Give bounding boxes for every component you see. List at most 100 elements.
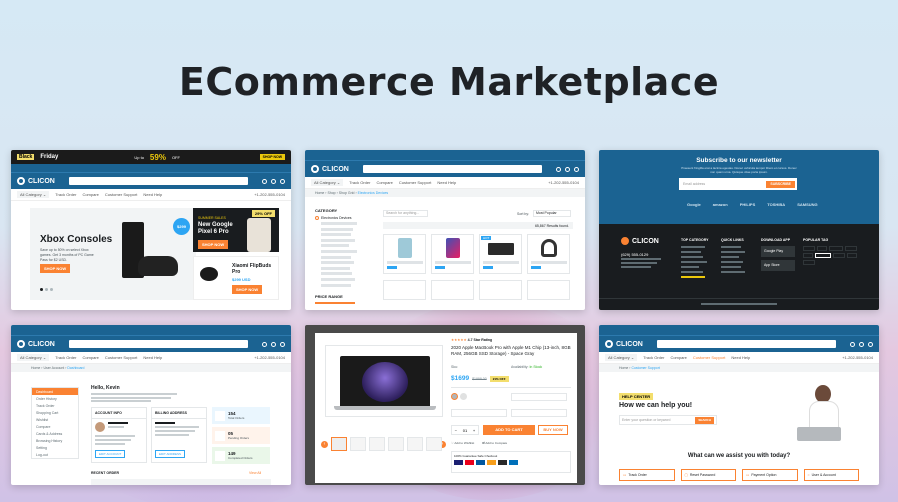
product-card[interactable] bbox=[431, 279, 474, 300]
footer-preview[interactable]: Subscribe to our newsletter Praesent fri… bbox=[599, 150, 879, 310]
heart-icon[interactable] bbox=[271, 341, 276, 347]
nav-compare[interactable]: Compare bbox=[82, 192, 98, 197]
email-input[interactable]: Email address bbox=[681, 182, 766, 186]
quick-links[interactable] bbox=[721, 246, 745, 273]
nav-track-order[interactable]: Track Order bbox=[55, 355, 76, 360]
product-card[interactable]: HOT bbox=[479, 234, 522, 274]
nav-compare[interactable]: Compare bbox=[376, 180, 392, 185]
earbuds-shop-now-button[interactable]: SHOP NOW bbox=[232, 285, 263, 294]
dashboard-preview[interactable]: CLICON All Category ⌄ Track Order Compar… bbox=[11, 325, 291, 485]
thumbnail[interactable] bbox=[331, 437, 347, 451]
wishlist-link[interactable]: ♡ Add to Wishlist bbox=[451, 441, 474, 445]
prev-image-arrow[interactable]: ‹ bbox=[321, 441, 328, 448]
nav-need-help[interactable]: Need Help bbox=[437, 180, 456, 185]
sidebar-item[interactable]: Shopping Cart bbox=[32, 409, 78, 416]
heart-icon[interactable] bbox=[859, 341, 864, 347]
search-input[interactable] bbox=[656, 340, 836, 348]
help-search-button[interactable]: SEARCH bbox=[695, 416, 714, 424]
footer-logo[interactable]: CLICON bbox=[621, 237, 659, 245]
logo[interactable]: CLICON bbox=[17, 177, 55, 185]
popular-tags[interactable] bbox=[803, 246, 859, 265]
nav-need-help[interactable]: Need Help bbox=[143, 192, 162, 197]
product-card[interactable] bbox=[527, 234, 570, 274]
product-card[interactable] bbox=[527, 279, 570, 300]
compare-link[interactable]: ⇄ Add to Compare bbox=[482, 441, 507, 445]
size-dropdown[interactable] bbox=[511, 393, 567, 401]
product-card[interactable] bbox=[479, 279, 522, 300]
cart-icon[interactable] bbox=[850, 341, 855, 347]
edit-account-button[interactable]: EDIT ACCOUNT bbox=[95, 450, 126, 458]
cart-icon[interactable] bbox=[262, 178, 267, 184]
memory-dropdown[interactable] bbox=[451, 409, 507, 417]
nav-track-order[interactable]: Track Order bbox=[55, 192, 76, 197]
product-card[interactable] bbox=[383, 234, 426, 274]
pixel-promo[interactable]: SUMMER SALES New Google Pixel 6 Pro SHOP… bbox=[193, 208, 279, 252]
nav-track-order[interactable]: Track Order bbox=[349, 180, 370, 185]
shop-page-preview[interactable]: CLICON All Category ⌄ Track Order Compar… bbox=[305, 150, 585, 310]
price-slider[interactable] bbox=[315, 301, 355, 304]
buy-now-button[interactable]: BUY NOW bbox=[538, 425, 568, 435]
user-icon[interactable] bbox=[868, 341, 873, 347]
topic-user-account[interactable]: ○ User & Account bbox=[803, 469, 859, 481]
nav-customer-support[interactable]: Customer Support bbox=[105, 355, 137, 360]
thumbnail[interactable] bbox=[369, 437, 385, 451]
sidebar-item[interactable]: Track Order bbox=[32, 402, 78, 409]
earbuds-promo[interactable]: Xiaomi FlipBuds Pro $299 USD SHOP NOW bbox=[193, 256, 279, 300]
search-input[interactable] bbox=[68, 340, 248, 348]
nav-track-order[interactable]: Track Order bbox=[643, 355, 664, 360]
cart-icon[interactable] bbox=[556, 166, 561, 172]
all-category-dropdown[interactable]: All Category ⌄ bbox=[17, 191, 50, 198]
top-category-links[interactable] bbox=[681, 246, 707, 278]
nav-compare[interactable]: Compare bbox=[670, 355, 686, 360]
view-all-link[interactable]: View All bbox=[249, 471, 261, 475]
thumbnail[interactable] bbox=[388, 437, 404, 451]
sidebar-item[interactable]: Log-out bbox=[32, 451, 78, 458]
user-icon[interactable] bbox=[280, 178, 285, 184]
homepage-preview[interactable]: Black Friday Up to 59% OFF SHOP NOW CLIC… bbox=[11, 150, 291, 310]
nav-need-help[interactable]: Need Help bbox=[731, 355, 750, 360]
topic-reset-password[interactable]: ▢ Reset Password bbox=[680, 469, 736, 481]
product-search-input[interactable]: Search for anything... bbox=[383, 210, 428, 217]
product-card[interactable] bbox=[383, 279, 426, 300]
quantity-stepper[interactable]: −01 + bbox=[451, 425, 479, 435]
shop-now-button[interactable]: SHOP NOW bbox=[259, 154, 285, 160]
nav-customer-support[interactable]: Customer Support bbox=[693, 355, 725, 360]
app-store-button[interactable]: App Store bbox=[761, 260, 795, 271]
sidebar-item[interactable]: Wishlist bbox=[32, 416, 78, 423]
storage-dropdown[interactable] bbox=[511, 409, 567, 417]
sidebar-item[interactable]: Order History bbox=[32, 395, 78, 402]
product-detail-preview[interactable]: ‹ › ★★★★★ 4.7 Star Rating 2020 Apple Mac… bbox=[305, 325, 585, 485]
nav-need-help[interactable]: Need Help bbox=[143, 355, 162, 360]
help-search-input[interactable]: Enter your question or keyword bbox=[622, 418, 695, 422]
topic-track-order[interactable]: ▭ Track Order bbox=[619, 469, 675, 481]
sidebar-item[interactable]: Cards & Address bbox=[32, 430, 78, 437]
all-category-dropdown[interactable]: All Category ⌄ bbox=[605, 354, 638, 361]
topic-payment-option[interactable]: ▭ Payment Option bbox=[742, 469, 798, 481]
logo[interactable]: CLICON bbox=[605, 340, 643, 348]
subscribe-button[interactable]: SUBSCRIBE bbox=[766, 180, 795, 188]
sidebar-item[interactable]: Setting bbox=[32, 444, 78, 451]
nav-customer-support[interactable]: Customer Support bbox=[399, 180, 431, 185]
thumbnail[interactable] bbox=[350, 437, 366, 451]
heart-icon[interactable] bbox=[565, 166, 570, 172]
search-input[interactable] bbox=[68, 177, 248, 185]
all-category-dropdown[interactable]: All Category ⌄ bbox=[17, 354, 50, 361]
user-icon[interactable] bbox=[280, 341, 285, 347]
pixel-shop-now-button[interactable]: SHOP NOW bbox=[198, 240, 229, 249]
product-card[interactable] bbox=[431, 234, 474, 274]
sort-dropdown[interactable]: Most Popular bbox=[533, 210, 571, 217]
thumbnail[interactable] bbox=[407, 437, 423, 451]
user-icon[interactable] bbox=[574, 166, 579, 172]
thumbnail[interactable] bbox=[426, 437, 442, 451]
add-to-cart-button[interactable]: ADD TO CART bbox=[483, 425, 535, 435]
edit-address-button[interactable]: EDIT ADDRESS bbox=[155, 450, 185, 458]
help-center-preview[interactable]: CLICON All Category ⌄ Track Order Compar… bbox=[599, 325, 879, 485]
logo[interactable]: CLICON bbox=[311, 165, 349, 173]
all-category-dropdown[interactable]: All Category ⌄ bbox=[311, 179, 344, 186]
sidebar-item-dashboard[interactable]: Dashboard bbox=[32, 388, 78, 395]
cart-icon[interactable] bbox=[262, 341, 267, 347]
heart-icon[interactable] bbox=[271, 178, 276, 184]
hero-shop-now-button[interactable]: SHOP NOW bbox=[40, 264, 71, 273]
color-swatches[interactable] bbox=[451, 393, 467, 400]
search-input[interactable] bbox=[362, 165, 542, 173]
